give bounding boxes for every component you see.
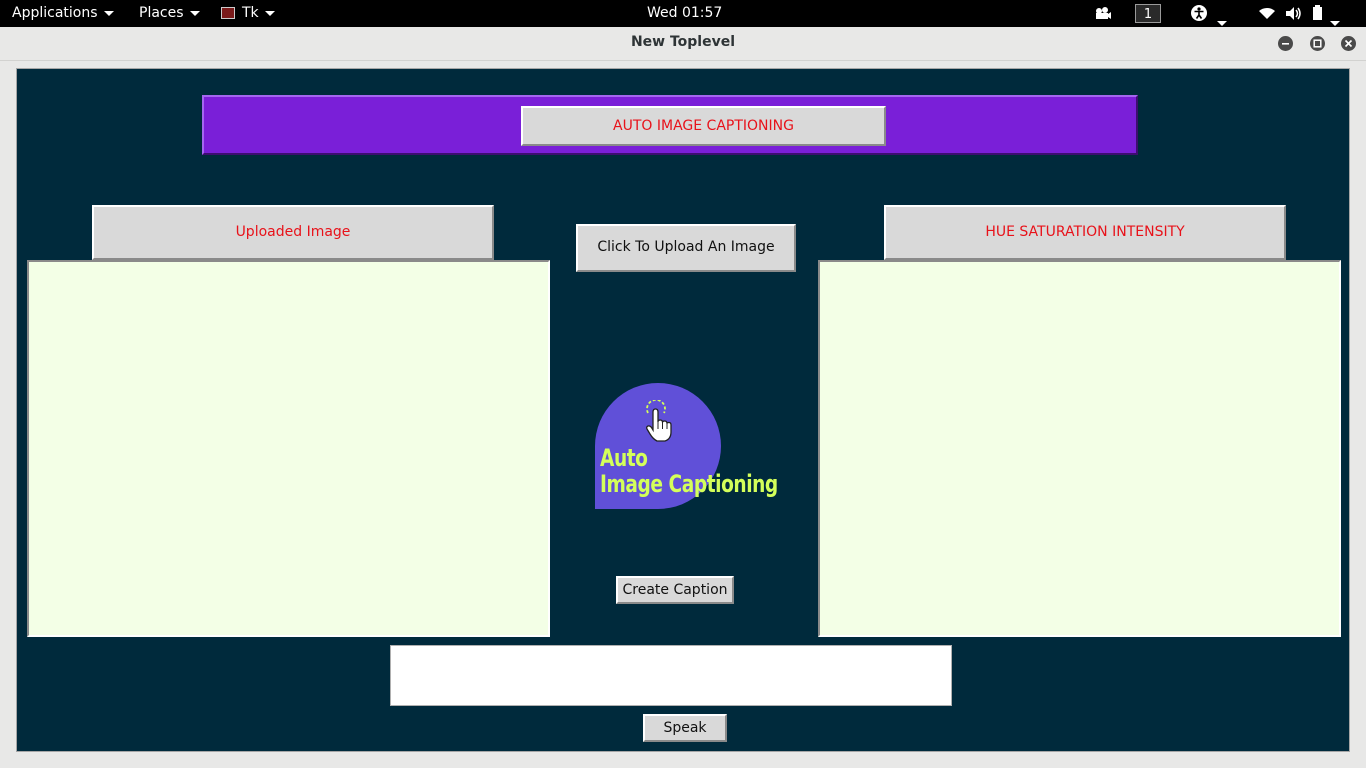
uploaded-image-label: Uploaded Image bbox=[92, 205, 494, 260]
hsi-label: HUE SATURATION INTENSITY bbox=[884, 205, 1286, 260]
app-menu-label: Tk bbox=[242, 5, 259, 21]
applications-menu[interactable]: Applications bbox=[12, 0, 114, 27]
logo-text-line2: Image Captioning bbox=[600, 470, 778, 498]
close-button[interactable] bbox=[1341, 36, 1356, 51]
logo-text-line1: Auto bbox=[600, 444, 648, 472]
accessibility-icon bbox=[1191, 5, 1207, 21]
battery-icon[interactable] bbox=[1312, 0, 1340, 27]
app-logo: Auto Image Captioning bbox=[595, 383, 779, 511]
workspace-indicator[interactable]: 1 bbox=[1135, 4, 1161, 23]
minimize-icon bbox=[1282, 43, 1289, 45]
applications-label: Applications bbox=[12, 5, 98, 21]
places-label: Places bbox=[139, 5, 184, 21]
close-icon bbox=[1344, 39, 1353, 48]
chevron-down-icon bbox=[264, 10, 275, 16]
tk-app-icon bbox=[221, 7, 235, 19]
app-menu[interactable]: Tk bbox=[221, 0, 275, 27]
clock[interactable]: Wed 01:57 bbox=[647, 0, 722, 27]
chevron-down-icon bbox=[103, 10, 114, 16]
volume-icon[interactable] bbox=[1285, 0, 1303, 27]
title-banner: AUTO IMAGE CAPTIONING bbox=[202, 95, 1138, 155]
top-panel: Applications Places Tk Wed 01:57 1 bbox=[0, 0, 1366, 27]
accessibility-menu[interactable] bbox=[1189, 0, 1227, 27]
create-caption-button[interactable]: Create Caption bbox=[616, 576, 734, 604]
chevron-down-icon bbox=[189, 10, 200, 16]
window-title: New Toplevel bbox=[630, 34, 736, 50]
window-titlebar[interactable]: New Toplevel bbox=[0, 27, 1366, 61]
places-menu[interactable]: Places bbox=[139, 0, 200, 27]
app-canvas: AUTO IMAGE CAPTIONING Uploaded Image Cli… bbox=[16, 68, 1350, 752]
caption-output-field[interactable] bbox=[390, 645, 952, 706]
wifi-icon[interactable] bbox=[1258, 0, 1276, 27]
maximize-button[interactable] bbox=[1310, 36, 1325, 51]
speak-button[interactable]: Speak bbox=[643, 714, 727, 742]
minimize-button[interactable] bbox=[1278, 36, 1293, 51]
camera-icon[interactable] bbox=[1094, 0, 1112, 27]
uploaded-image-panel bbox=[27, 260, 550, 637]
app-title-label: AUTO IMAGE CAPTIONING bbox=[521, 106, 886, 146]
pointer-hand-icon bbox=[646, 400, 672, 442]
chevron-down-icon bbox=[1217, 20, 1227, 26]
upload-image-button[interactable]: Click To Upload An Image bbox=[576, 224, 796, 272]
hsi-image-panel bbox=[818, 260, 1341, 637]
chevron-down-icon bbox=[1330, 20, 1340, 26]
maximize-icon bbox=[1313, 39, 1322, 48]
